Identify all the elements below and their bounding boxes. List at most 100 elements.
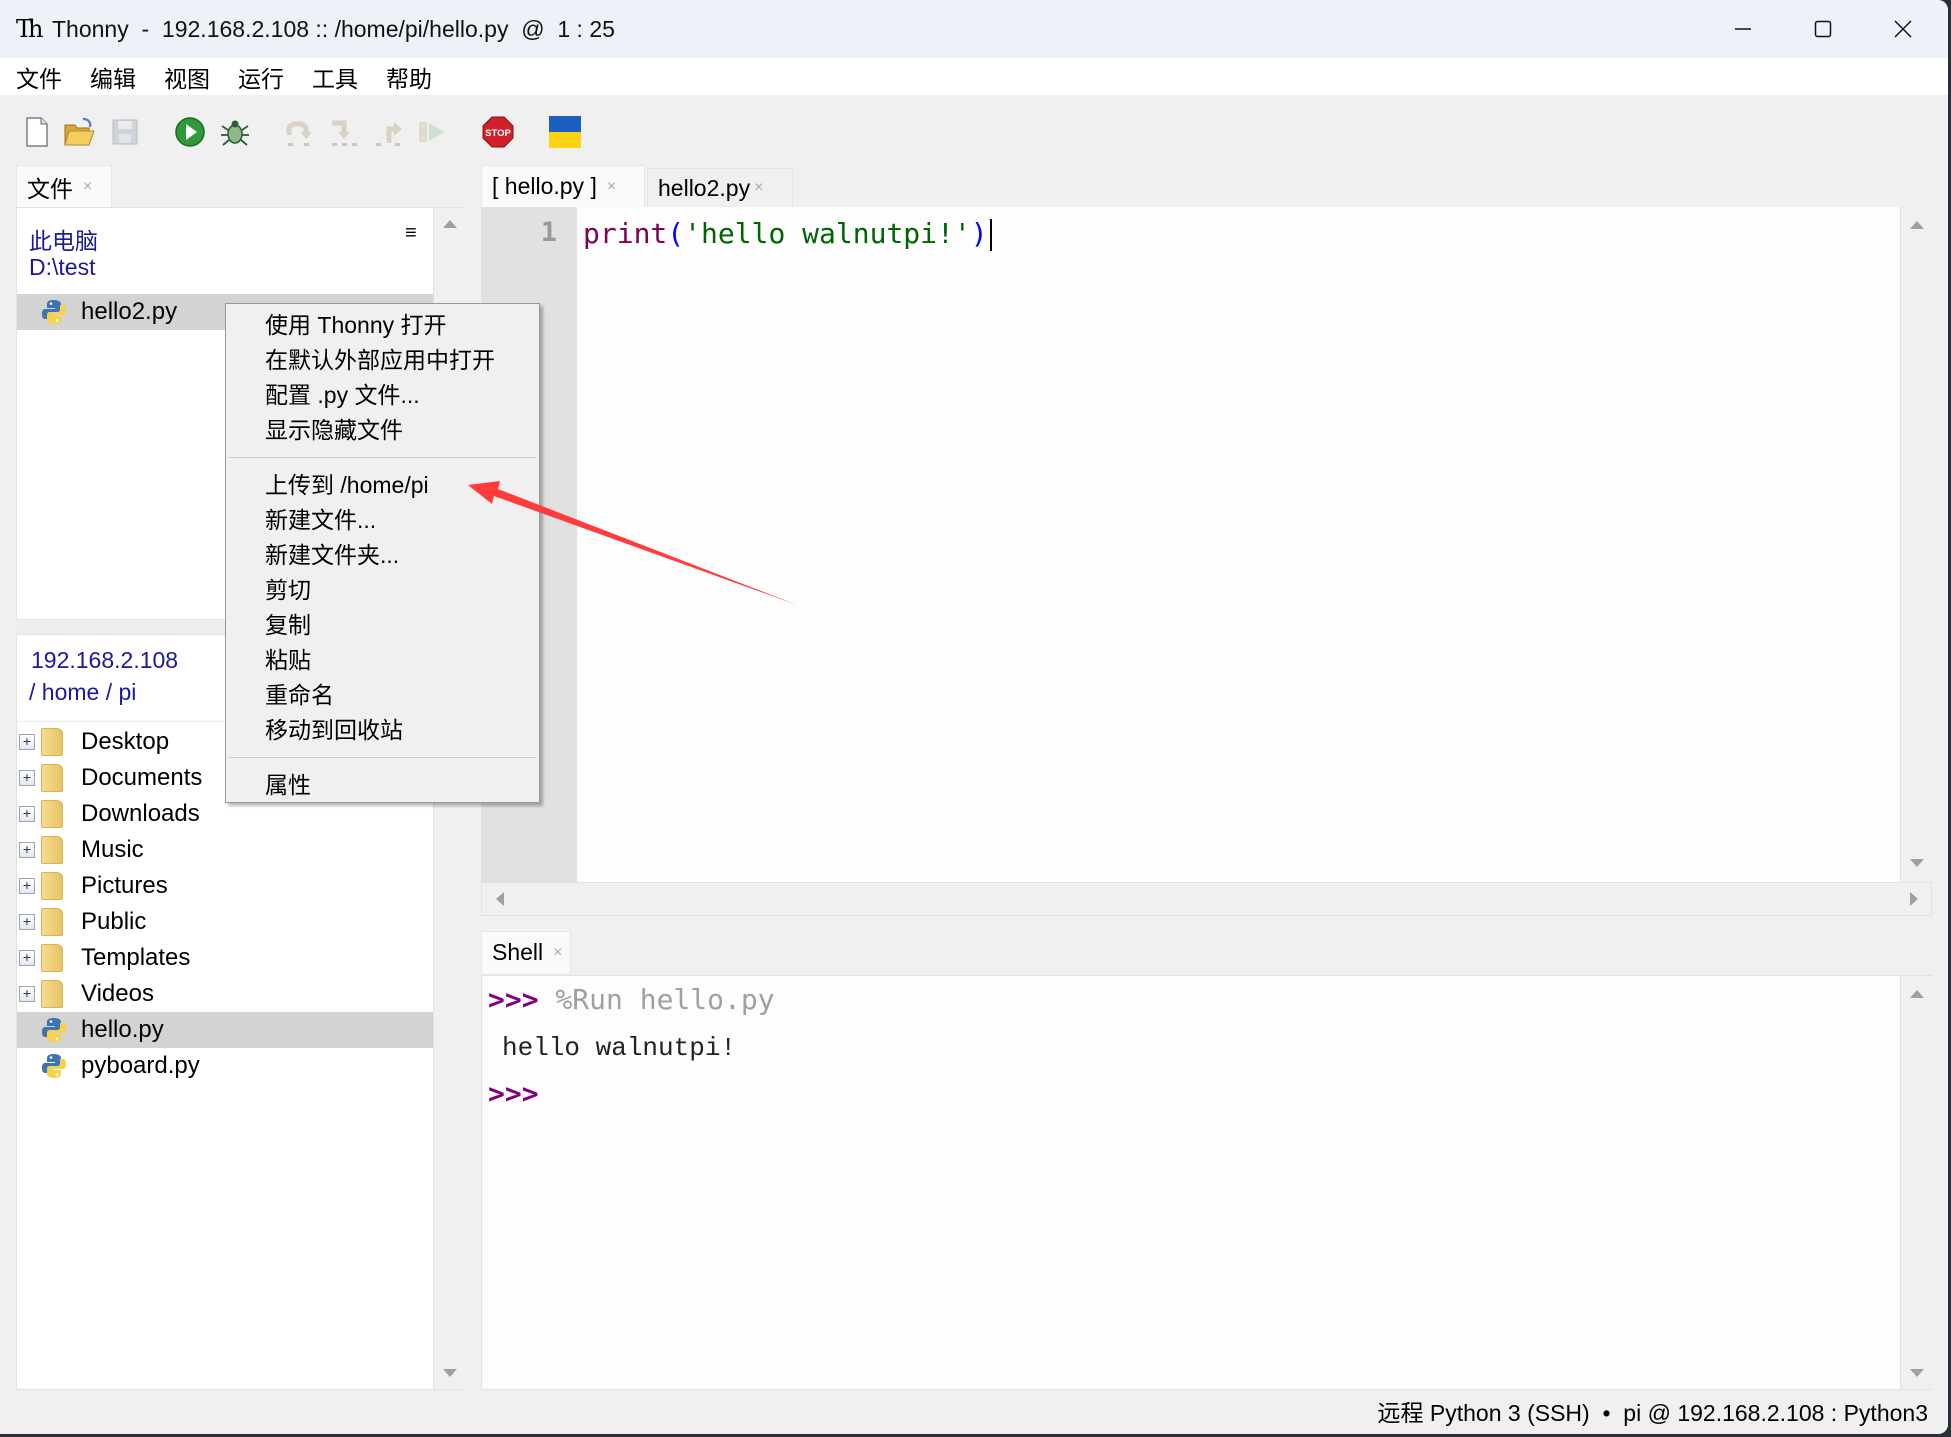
menu-file[interactable]: 文件 [16, 60, 62, 94]
folder-row[interactable]: + Templates [17, 940, 433, 976]
scroll-right-icon[interactable] [1910, 892, 1918, 906]
tab-label: hello2.py [658, 174, 751, 201]
context-menu-item[interactable]: 新建文件夹... [265, 538, 399, 572]
scroll-down-icon[interactable] [1910, 859, 1924, 867]
expand-icon[interactable]: + [19, 914, 35, 930]
context-menu-item[interactable]: 上传到 /home/pi [265, 468, 429, 502]
context-menu-item[interactable]: 新建文件... [265, 503, 376, 537]
shell-scrollbar[interactable] [1900, 976, 1932, 1389]
status-bar[interactable]: 远程 Python 3 (SSH) • pi @ 192.168.2.108 :… [0, 1392, 1948, 1434]
scroll-down-icon[interactable] [1910, 1369, 1924, 1377]
stop-button[interactable]: STOP [481, 115, 515, 149]
code-line[interactable]: print('hello walnutpi!') [583, 215, 992, 253]
item-name: pyboard.py [81, 1052, 200, 1079]
folder-icon [41, 872, 63, 900]
scroll-down-icon[interactable] [443, 1369, 457, 1377]
context-menu-item[interactable]: 属性 [265, 768, 311, 802]
shell-input-prompt[interactable]: >>> [488, 1074, 539, 1114]
line-number: 1 [540, 217, 557, 248]
window-title: Thonny - 192.168.2.108 :: /home/pi/hello… [52, 15, 615, 42]
menu-separator [229, 757, 536, 758]
folder-row[interactable]: + Public [17, 904, 433, 940]
code-editor[interactable]: 1 print('hello walnutpi!') [481, 207, 1932, 882]
menu-tools[interactable]: 工具 [312, 60, 358, 94]
scroll-up-icon[interactable] [1910, 990, 1924, 998]
debug-button[interactable] [218, 115, 252, 149]
folder-icon [41, 980, 63, 1008]
maximize-button[interactable] [1788, 0, 1858, 58]
open-file-button[interactable] [62, 115, 96, 149]
step-over-icon [286, 121, 312, 146]
expand-icon[interactable]: + [19, 770, 35, 786]
files-menu-icon[interactable]: ≡ [405, 222, 417, 245]
close-button[interactable] [1868, 0, 1938, 58]
local-computer-label[interactable]: 此电脑 [29, 222, 98, 256]
context-menu-item[interactable]: 粘贴 [265, 643, 311, 677]
new-file-icon [26, 117, 48, 147]
folder-row[interactable]: + Pictures [17, 868, 433, 904]
file-row[interactable]: pyboard.py [17, 1048, 433, 1084]
editor-vertical-scrollbar[interactable] [1900, 207, 1932, 882]
context-menu-item[interactable]: 显示隐藏文件 [265, 413, 403, 447]
context-menu-item[interactable]: 剪切 [265, 573, 311, 607]
context-menu-item[interactable]: 重命名 [265, 678, 334, 712]
expand-icon[interactable]: + [19, 878, 35, 894]
file-row[interactable]: hello.py [17, 1012, 433, 1048]
run-icon [175, 117, 205, 147]
menu-separator [229, 457, 536, 458]
tab-shell[interactable]: Shell × [481, 931, 571, 973]
scroll-up-icon[interactable] [443, 220, 457, 228]
tab-close-icon[interactable]: × [754, 179, 763, 197]
context-menu-item[interactable]: 在默认外部应用中打开 [265, 343, 495, 377]
tab-hello-py[interactable]: [ hello.py ] × [481, 165, 645, 207]
save-button[interactable] [108, 115, 142, 149]
context-menu: 使用 Thonny 打开 在默认外部应用中打开 配置 .py 文件... 显示隐藏文件… [225, 303, 540, 803]
tab-close-icon[interactable]: × [607, 178, 616, 196]
step-out-button[interactable] [372, 115, 406, 149]
scroll-up-icon[interactable] [1910, 221, 1924, 229]
expand-icon[interactable]: + [19, 842, 35, 858]
ukraine-support-button[interactable] [548, 115, 582, 149]
expand-icon[interactable]: + [19, 734, 35, 750]
new-file-button[interactable] [20, 115, 54, 149]
folder-row[interactable]: + Videos [17, 976, 433, 1012]
thonny-window: Th Thonny - 192.168.2.108 :: /home/pi/he… [0, 0, 1948, 1434]
editor-horizontal-scrollbar[interactable] [481, 882, 1932, 916]
tab-shell-close-icon[interactable]: × [553, 944, 562, 962]
run-button[interactable] [173, 115, 207, 149]
bug-icon [221, 120, 249, 146]
item-name: Desktop [81, 728, 170, 755]
minimize-icon [1735, 28, 1751, 30]
expand-icon[interactable]: + [19, 986, 35, 1002]
tab-files-close-icon[interactable]: × [83, 178, 92, 196]
step-over-button[interactable] [283, 115, 317, 149]
remote-path-label[interactable]: / home / pi [29, 679, 136, 706]
close-icon [1894, 20, 1912, 38]
folder-row[interactable]: + Music [17, 832, 433, 868]
menu-help[interactable]: 帮助 [386, 60, 432, 94]
context-menu-item[interactable]: 配置 .py 文件... [265, 378, 420, 412]
step-into-button[interactable] [327, 115, 361, 149]
menu-edit[interactable]: 编辑 [90, 60, 136, 94]
expand-icon[interactable]: + [19, 806, 35, 822]
context-menu-item[interactable]: 移动到回收站 [265, 713, 403, 747]
remote-host-label[interactable]: 192.168.2.108 [31, 647, 178, 674]
minimize-button[interactable] [1708, 0, 1778, 58]
expand-icon[interactable]: + [19, 950, 35, 966]
tab-files[interactable]: 文件 × [16, 165, 112, 207]
local-path-label[interactable]: D:\test [29, 254, 95, 281]
tab-hello2-py[interactable]: hello2.py × [647, 168, 793, 207]
context-menu-item[interactable]: 使用 Thonny 打开 [265, 308, 447, 342]
context-menu-item[interactable]: 复制 [265, 608, 311, 642]
title-bar: Th Thonny - 192.168.2.108 :: /home/pi/he… [0, 0, 1948, 58]
thonny-logo-icon: Th [16, 15, 43, 43]
menu-view[interactable]: 视图 [164, 60, 210, 94]
folder-icon [41, 764, 63, 792]
maximize-icon [1814, 20, 1832, 38]
step-out-icon [376, 122, 402, 146]
folder-icon [41, 800, 63, 828]
scroll-left-icon[interactable] [496, 892, 504, 906]
shell-panel[interactable]: >>> %Run hello.py hello walnutpi! >>> [481, 975, 1932, 1390]
menu-run[interactable]: 运行 [238, 60, 284, 94]
resume-button[interactable] [416, 115, 450, 149]
